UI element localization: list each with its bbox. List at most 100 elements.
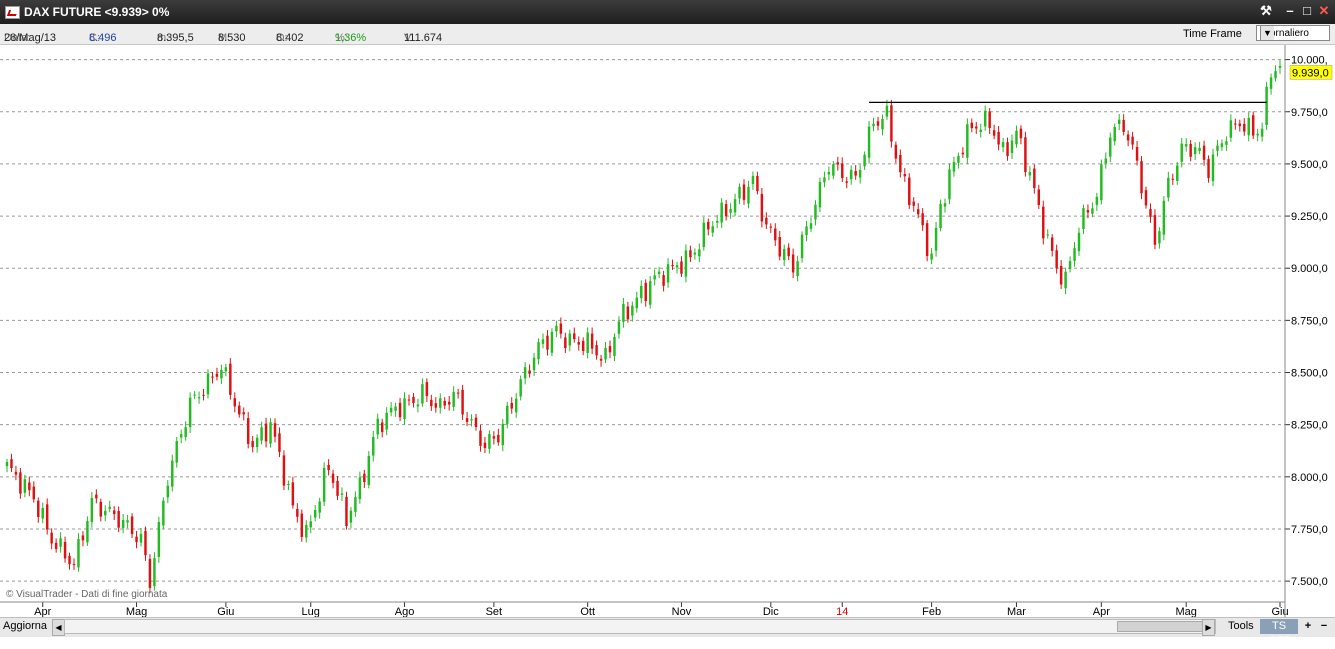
candle-body bbox=[139, 533, 143, 543]
candle-body bbox=[197, 397, 201, 399]
candle-body bbox=[760, 193, 764, 222]
open-value: 8.402 bbox=[276, 32, 304, 44]
chevron-down-icon[interactable]: ▼ bbox=[1260, 26, 1274, 40]
candle-body bbox=[1042, 206, 1045, 239]
candle-body bbox=[975, 126, 978, 129]
candle-body bbox=[439, 398, 442, 408]
candle-body bbox=[523, 367, 527, 379]
candle-body bbox=[966, 124, 969, 158]
candle-body bbox=[1104, 158, 1108, 164]
candle-body bbox=[162, 500, 165, 526]
candle-body bbox=[912, 201, 915, 206]
minimize-button[interactable]: – bbox=[1282, 3, 1298, 19]
candle-body bbox=[1184, 144, 1188, 147]
candle-body bbox=[215, 373, 219, 377]
candle-body bbox=[300, 513, 304, 537]
candle-body bbox=[894, 144, 898, 159]
candle-body bbox=[63, 541, 67, 559]
candle-body bbox=[988, 111, 991, 128]
candle-body bbox=[1064, 271, 1067, 289]
candle-body bbox=[921, 213, 924, 226]
candle-body bbox=[117, 511, 120, 528]
candle-body bbox=[1122, 119, 1125, 132]
candle-body bbox=[1189, 143, 1192, 157]
candle-body bbox=[318, 501, 321, 513]
candle-body bbox=[50, 532, 53, 544]
candle-body bbox=[1131, 136, 1134, 145]
x-tick-label: Mag bbox=[126, 606, 147, 617]
x-tick-label: Lug bbox=[302, 606, 320, 617]
candle-body bbox=[702, 222, 706, 248]
candle-body bbox=[470, 419, 473, 421]
candle-body bbox=[1135, 147, 1139, 161]
y-tick-label: 8.000,0 bbox=[1291, 472, 1328, 484]
candle-body bbox=[541, 339, 545, 344]
candle-body bbox=[751, 176, 755, 185]
x-tick-label: Nov bbox=[672, 606, 692, 617]
candle-body bbox=[1162, 200, 1166, 235]
y-tick-label: 9.500,0 bbox=[1291, 159, 1328, 171]
candle-body bbox=[854, 171, 857, 176]
candle-body bbox=[28, 482, 31, 491]
time-scrollbar[interactable] bbox=[64, 619, 1216, 634]
ts-off-button[interactable]: TS OFF bbox=[1260, 619, 1298, 647]
candle-body bbox=[19, 472, 22, 494]
scrollbar-thumb[interactable] bbox=[1117, 621, 1209, 632]
candle-body bbox=[90, 497, 94, 522]
candle-body bbox=[340, 493, 344, 495]
candle-body bbox=[497, 434, 500, 443]
y-tick-label: 9.250,0 bbox=[1291, 211, 1328, 223]
candle-body bbox=[787, 247, 790, 257]
maximize-button[interactable]: □ bbox=[1299, 3, 1315, 19]
candle-body bbox=[1202, 145, 1206, 160]
candle-body bbox=[1207, 159, 1210, 178]
candle-body bbox=[581, 340, 585, 352]
close-button[interactable]: ✕ bbox=[1316, 3, 1332, 19]
time-frame-select[interactable]: Giornaliero ▼ bbox=[1256, 25, 1330, 41]
candle-body bbox=[662, 275, 665, 286]
candlestick-chart[interactable]: 10.000, 9.750,0 9.500,0 9.250,0 9.000,0 8.750… bbox=[0, 45, 1335, 617]
candle-body bbox=[1247, 117, 1250, 136]
candle-body bbox=[1068, 261, 1072, 270]
candle-body bbox=[492, 436, 496, 439]
candle-body bbox=[23, 479, 27, 493]
x-tick-label: Ott bbox=[580, 606, 595, 617]
candle-body bbox=[1010, 140, 1014, 154]
tools-button[interactable]: Tools bbox=[1224, 619, 1258, 634]
candle-body bbox=[680, 261, 683, 274]
candle-body bbox=[778, 236, 781, 257]
candle-body bbox=[1167, 177, 1170, 198]
candle-body bbox=[1216, 145, 1219, 151]
candle-body bbox=[774, 228, 777, 241]
candle-body bbox=[724, 204, 728, 217]
candle-body bbox=[952, 162, 956, 172]
candle-body bbox=[287, 484, 290, 486]
candle-body bbox=[957, 155, 960, 163]
candle-body bbox=[528, 370, 531, 374]
scroll-right-icon[interactable]: ▶ bbox=[1202, 619, 1215, 636]
candle-body bbox=[1225, 141, 1228, 145]
candle-body bbox=[1050, 237, 1054, 251]
candle-body bbox=[465, 418, 469, 422]
candle-body bbox=[568, 333, 572, 346]
candle-body bbox=[452, 391, 455, 407]
candle-body bbox=[943, 203, 947, 207]
aggiorna-button[interactable]: Aggiorna bbox=[3, 619, 47, 634]
candle-body bbox=[693, 252, 697, 255]
candle-body bbox=[282, 455, 286, 486]
x-tick-label: Apr bbox=[34, 606, 51, 617]
candle-body bbox=[1095, 196, 1099, 205]
candle-body bbox=[1077, 232, 1081, 252]
candle-body bbox=[447, 401, 451, 405]
candle-body bbox=[412, 396, 415, 404]
candle-body bbox=[1256, 133, 1259, 136]
zoom-out-button[interactable]: − bbox=[1318, 619, 1330, 634]
y-axis-labels: 10.000, 9.750,0 9.500,0 9.250,0 9.000,0 8.750… bbox=[1291, 55, 1328, 589]
candle-body bbox=[756, 176, 759, 192]
settings-icon[interactable]: ⚒ bbox=[1258, 3, 1274, 19]
time-frame-label: Time Frame bbox=[1183, 28, 1242, 40]
zoom-in-button[interactable]: + bbox=[1302, 619, 1314, 634]
candle-body bbox=[599, 358, 603, 361]
candle-body bbox=[872, 123, 875, 127]
candle-body bbox=[220, 369, 223, 379]
